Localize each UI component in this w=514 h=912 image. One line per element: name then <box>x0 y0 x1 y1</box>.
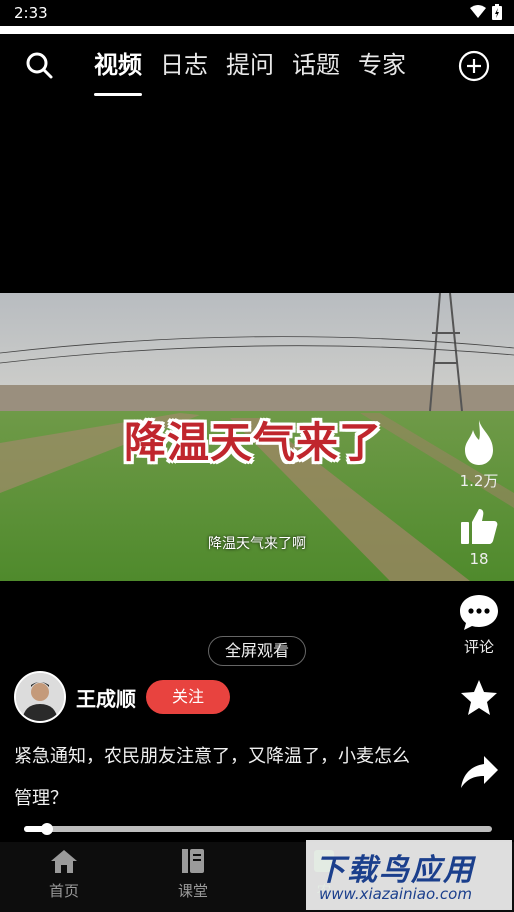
share-icon <box>461 756 498 788</box>
nav-label-classroom: 课堂 <box>177 882 208 900</box>
video-player[interactable]: 降温天气来了 降温天气来了啊 <box>0 293 514 581</box>
avatar-image <box>16 673 64 721</box>
tab-expert[interactable]: 专家 <box>358 48 406 88</box>
like-count: 18 <box>469 550 489 568</box>
book-icon <box>182 849 204 873</box>
tab-video[interactable]: 视频 <box>94 48 142 96</box>
author-row: 王成顺 关注 <box>14 671 230 723</box>
tab-bar: 视频 日志 提问 话题 专家 <box>94 48 406 96</box>
video-description: 紧急通知，农民朋友注意了，又降温了，小麦怎么管理？ <box>14 746 410 809</box>
video-progress-bar[interactable] <box>24 823 492 835</box>
progress-handle[interactable] <box>41 823 54 835</box>
nav-item-classroom[interactable]: 课堂 <box>153 848 233 901</box>
follow-button[interactable]: 关注 <box>146 680 230 714</box>
author-name[interactable]: 王成顺 <box>76 683 136 712</box>
comment-button[interactable]: 评论 <box>444 592 514 657</box>
hot-count: 1.2万 <box>459 472 499 490</box>
status-time: 2:33 <box>14 4 48 22</box>
top-nav: 视频 日志 提问 话题 专家 <box>0 34 514 104</box>
thumbs-up-icon <box>461 509 498 544</box>
star-icon <box>461 680 497 715</box>
nav-label-home: 首页 <box>48 882 79 900</box>
wifi-icon <box>470 5 486 18</box>
tab-question[interactable]: 提问 <box>226 48 274 88</box>
status-bar: 2:33 <box>0 0 514 26</box>
avatar[interactable] <box>14 671 66 723</box>
comment-icon <box>460 595 498 630</box>
video-subtitle: 降温天气来了啊 <box>208 536 306 552</box>
tab-log[interactable]: 日志 <box>160 48 208 88</box>
fullscreen-button[interactable]: 全屏观看 <box>208 636 306 666</box>
watermark-url: www.xiazainiao.com <box>319 885 472 903</box>
status-icons <box>470 4 502 20</box>
watermark-logo: 下载鸟应用 www.xiazainiao.com <box>306 840 512 910</box>
home-icon <box>51 850 77 873</box>
like-button[interactable]: 18 <box>444 506 514 568</box>
nav-item-home[interactable]: 首页 <box>24 848 104 901</box>
video-title-overlay: 降温天气来了 <box>124 418 383 467</box>
watermark-title: 下载鸟应用 <box>315 853 475 888</box>
tab-topic[interactable]: 话题 <box>292 48 340 88</box>
favorite-button[interactable] <box>444 678 514 722</box>
share-button[interactable] <box>444 752 514 796</box>
comment-label: 评论 <box>463 638 494 656</box>
search-icon[interactable] <box>24 50 54 80</box>
header-divider <box>0 26 514 34</box>
add-icon[interactable] <box>458 50 490 82</box>
hot-button[interactable]: 1.2万 <box>444 418 514 491</box>
flame-icon <box>465 420 493 465</box>
battery-icon <box>492 4 502 20</box>
